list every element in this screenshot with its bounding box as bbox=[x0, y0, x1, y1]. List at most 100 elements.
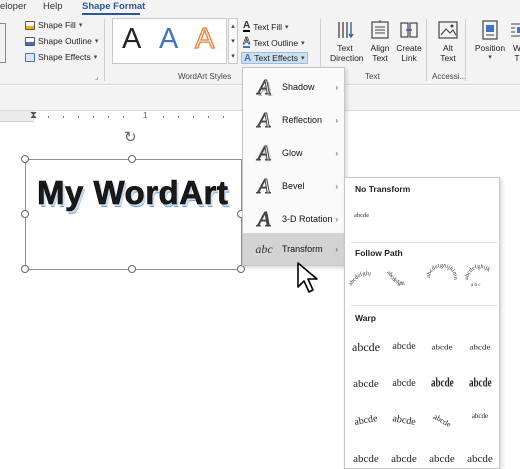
chevron-down-icon: ▾ bbox=[285, 23, 289, 31]
text-fill-icon: A bbox=[243, 20, 251, 32]
rotate-handle-icon[interactable]: ↻ bbox=[124, 128, 137, 146]
tab-shape-format[interactable]: Shape Format bbox=[82, 1, 145, 12]
text-effects-button[interactable]: A Text Effects ▾ bbox=[241, 52, 308, 64]
wrap-text-label: W T bbox=[512, 43, 520, 63]
text-effects-label: Text Effects bbox=[254, 53, 299, 63]
create-link-label: Create Link bbox=[396, 43, 422, 63]
ruler-tick bbox=[208, 116, 209, 118]
ruler-tick bbox=[78, 116, 79, 118]
path-circle-option[interactable]: abcdefghijklmn bbox=[425, 264, 459, 292]
resize-handle-top[interactable] bbox=[128, 155, 136, 163]
menu-item-shadow[interactable]: A Shadow › bbox=[243, 71, 344, 103]
shape-fill-button[interactable]: Shape Fill ▾ bbox=[25, 20, 82, 30]
ruler-tick bbox=[223, 116, 224, 118]
text-fill-label: Text Fill bbox=[253, 21, 283, 32]
resize-handle-bottom-left[interactable] bbox=[21, 265, 29, 273]
menu-item-reflection[interactable]: A Reflection › bbox=[243, 104, 344, 136]
chevron-down-icon: ▾ bbox=[488, 54, 492, 61]
ruler-tick bbox=[123, 116, 124, 118]
chevron-down-icon[interactable]: ▾ bbox=[229, 34, 237, 49]
menu-item-glow[interactable]: A Glow › bbox=[243, 137, 344, 169]
align-text-label: Align Text bbox=[370, 43, 390, 63]
wrap-text-button[interactable]: W T bbox=[510, 19, 520, 63]
ruler-tick bbox=[193, 116, 194, 118]
warp-inflate-option[interactable]: abcde bbox=[463, 448, 497, 469]
wordart-styles-group-label: WordArt Styles bbox=[178, 72, 232, 81]
menu-item-bevel[interactable]: A Bevel › bbox=[243, 170, 344, 202]
ruler-tick bbox=[93, 116, 94, 118]
shape-outline-button[interactable]: Shape Outline ▾ bbox=[25, 36, 98, 46]
warp-double-wave-option[interactable]: abcde bbox=[425, 448, 459, 469]
position-label: Position bbox=[474, 43, 506, 53]
menu-item-transform[interactable]: abc Transform › bbox=[243, 233, 344, 265]
shadow-icon: A bbox=[257, 74, 271, 99]
text-group-label: Text bbox=[365, 72, 380, 81]
bevel-icon: A bbox=[257, 173, 271, 198]
chevron-right-icon: › bbox=[335, 115, 338, 125]
warp-circle-option[interactable]: abcde bbox=[422, 403, 462, 439]
text-outline-label: Text Outline bbox=[253, 37, 299, 48]
menu-item-label: Transform bbox=[282, 244, 323, 254]
align-text-button[interactable]: Align Text bbox=[367, 19, 393, 63]
warp-stop-option[interactable]: abcde bbox=[386, 337, 423, 358]
warp-triangle-up-option[interactable]: abcde bbox=[425, 338, 459, 356]
text-outline-button[interactable]: A Text Outline ▾ bbox=[243, 36, 305, 48]
separator bbox=[104, 19, 105, 81]
gallery-more-icon[interactable]: ▾ bbox=[229, 49, 237, 64]
path-button-option[interactable]: abcdefghijk a b c bbox=[463, 264, 497, 292]
path-arch-up-option[interactable]: abcdefghi bbox=[349, 264, 383, 292]
wordart-style-orange-outline[interactable]: A bbox=[194, 22, 215, 56]
dialog-launcher-icon[interactable]: ⌟ bbox=[95, 73, 98, 81]
alt-text-icon bbox=[438, 21, 458, 39]
chevron-down-icon: ▾ bbox=[94, 38, 99, 45]
position-button[interactable]: Position ▾ bbox=[472, 19, 508, 63]
chevron-right-icon: › bbox=[335, 181, 338, 191]
warp-arch-down-option[interactable]: abcde bbox=[385, 407, 422, 435]
separator bbox=[426, 19, 427, 81]
divider bbox=[351, 242, 497, 243]
transform-icon: abc bbox=[255, 241, 273, 256]
transform-submenu: No Transform abcde Follow Path abcdefghi… bbox=[344, 177, 500, 469]
gallery-scroll[interactable]: ▴ ▾ ▾ bbox=[228, 18, 238, 64]
warp-plain-option[interactable]: abcde bbox=[349, 336, 383, 358]
warp-triangle-down-option[interactable]: abcde bbox=[463, 338, 497, 356]
menu-item-3d-rotation[interactable]: A 3-D Rotation › bbox=[243, 203, 344, 235]
warp-chevron-down-option[interactable]: abcde bbox=[387, 373, 421, 395]
svg-text:abcdefghi: abcdefghi bbox=[385, 270, 405, 287]
alt-text-button[interactable]: Alt Text bbox=[434, 19, 462, 63]
link-icon bbox=[400, 22, 418, 38]
warp-wave1-option[interactable]: abcde bbox=[349, 448, 383, 469]
resize-handle-bottom-right[interactable] bbox=[237, 265, 245, 273]
3d-rotation-icon: A bbox=[257, 206, 271, 231]
accessibility-group-label: Accessi... bbox=[432, 72, 467, 81]
text-direction-button[interactable]: Text Direction bbox=[330, 19, 364, 63]
path-arch-down-option[interactable]: abcdefghi bbox=[385, 264, 419, 292]
warp-wave2-option[interactable]: abcde bbox=[387, 448, 421, 469]
warp-ring-outside-option[interactable]: abcde bbox=[469, 374, 492, 394]
text-direction-label: Text Direction bbox=[330, 43, 364, 63]
chevron-right-icon: › bbox=[335, 82, 338, 92]
chevron-up-icon[interactable]: ▴ bbox=[229, 19, 237, 34]
indent-marker-icon[interactable]: ⧗ bbox=[30, 110, 37, 121]
no-transform-option[interactable]: abcde bbox=[354, 212, 369, 219]
shape-effects-button[interactable]: Shape Effects ▾ bbox=[25, 52, 97, 62]
paint-bucket-icon bbox=[25, 20, 35, 30]
create-link-button[interactable]: Create Link bbox=[396, 19, 422, 63]
wordart-style-black[interactable]: A bbox=[122, 23, 141, 56]
no-transform-heading: No Transform bbox=[355, 184, 411, 194]
shape-effects-icon bbox=[25, 52, 35, 62]
tab-developer[interactable]: eloper bbox=[0, 1, 26, 12]
svg-text:abcdefghi: abcdefghi bbox=[349, 271, 372, 287]
tab-help[interactable]: Help bbox=[43, 1, 63, 12]
warp-button-option[interactable]: abcde bbox=[463, 410, 497, 432]
resize-handle-left[interactable] bbox=[21, 210, 29, 218]
warp-chevron-up-option[interactable]: abcde bbox=[349, 373, 383, 395]
resize-handle-bottom[interactable] bbox=[128, 265, 136, 273]
wordart-style-blue[interactable]: A bbox=[159, 23, 178, 56]
warp-ring-inside-option[interactable]: abcde bbox=[431, 374, 454, 394]
wordart-text[interactable]: My WordArt bbox=[37, 174, 228, 212]
warp-arch-up-option[interactable]: abcde bbox=[347, 407, 384, 435]
text-fill-button[interactable]: A Text Fill ▾ bbox=[243, 21, 289, 32]
resize-handle-top-left[interactable] bbox=[21, 155, 29, 163]
ruler-tick bbox=[48, 116, 49, 118]
